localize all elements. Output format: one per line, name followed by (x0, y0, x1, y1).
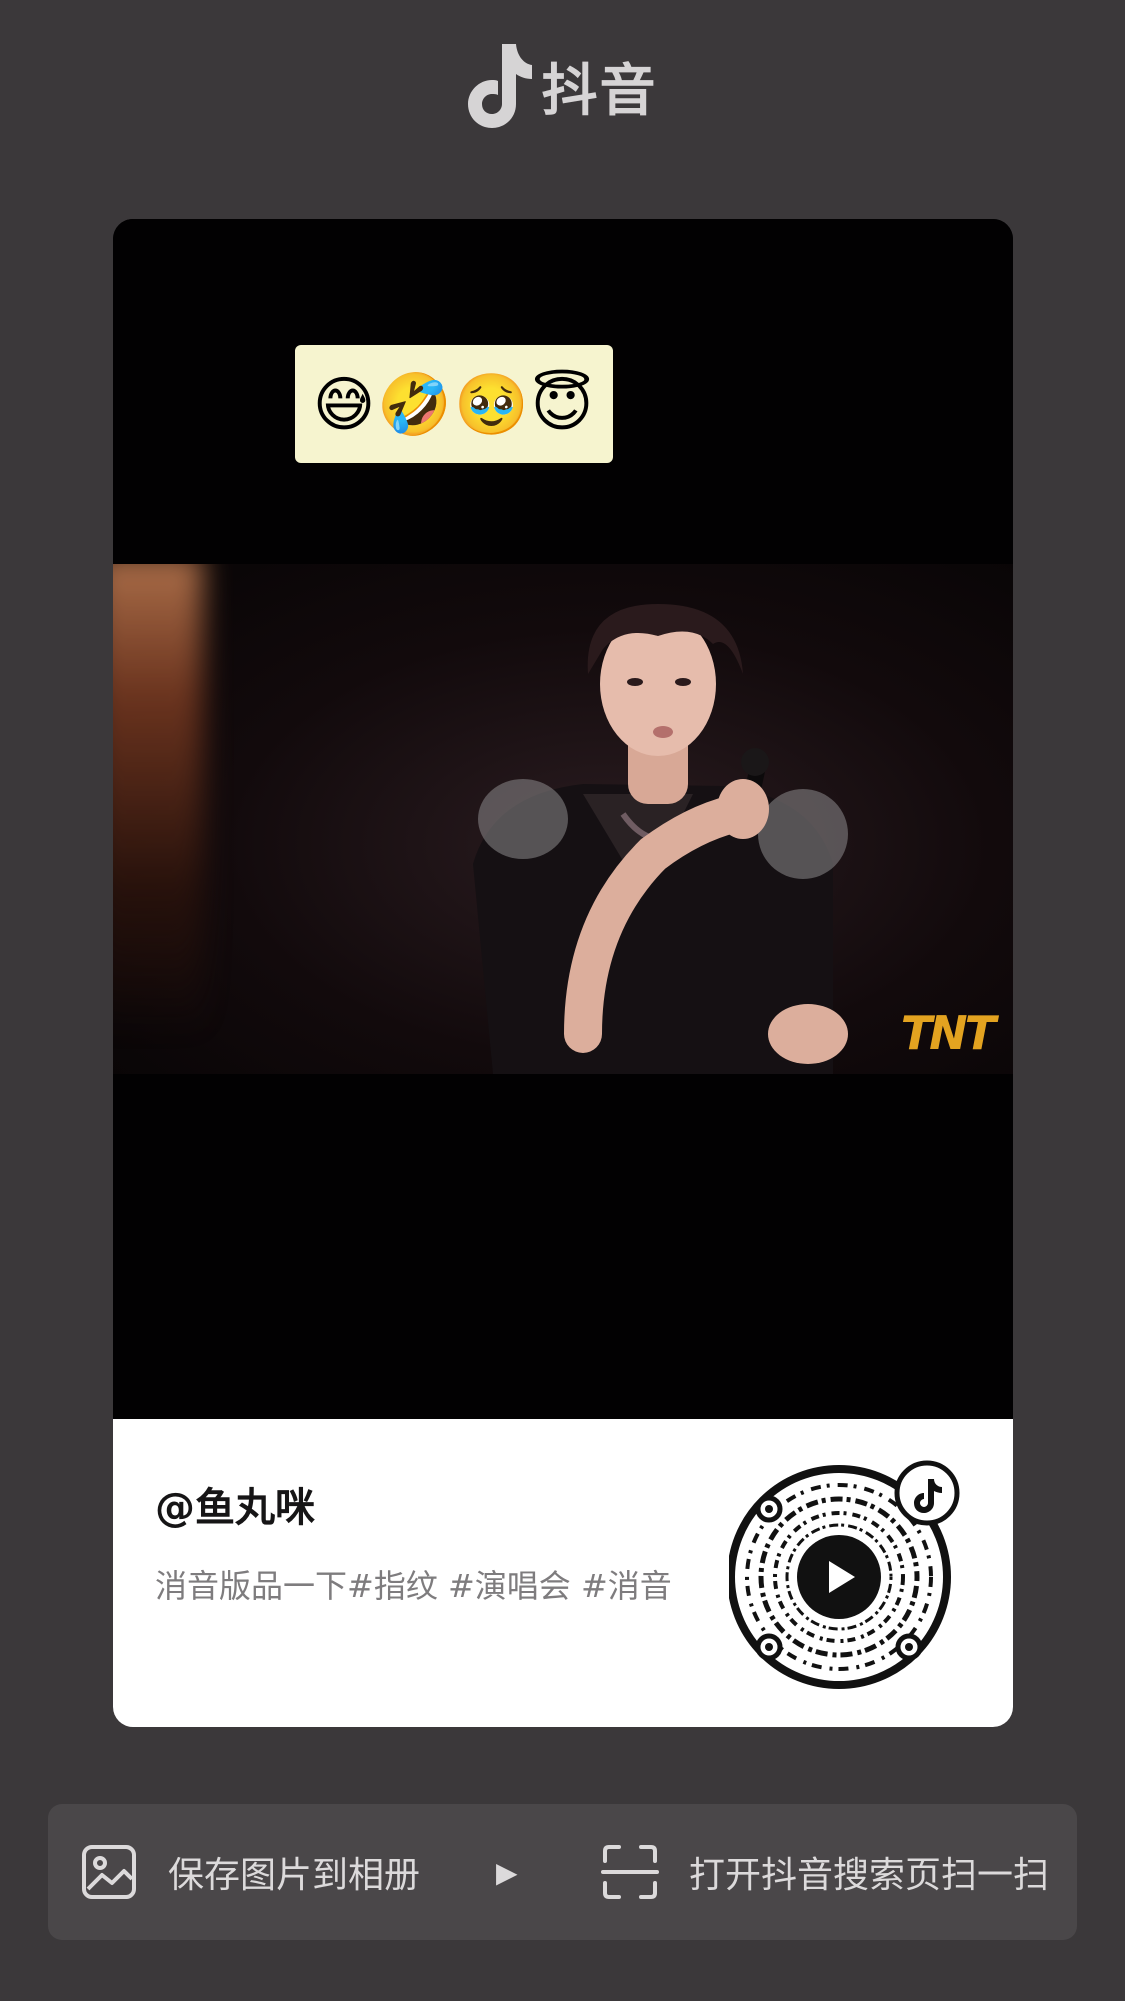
action-bar: 保存图片到相册 ▶ 打开抖音搜索页扫一扫 (48, 1804, 1077, 1940)
tv-logo-watermark: TNT (900, 1006, 996, 1060)
author-name[interactable]: @鱼丸咪 (155, 1475, 315, 1533)
play-arrow-icon: ▶ (496, 1855, 518, 1889)
tiktok-badge-icon (894, 1460, 960, 1526)
concert-scene: TNT (113, 564, 1013, 1074)
app-logo: 抖音 (0, 40, 1125, 132)
play-icon (797, 1535, 881, 1619)
video-frame[interactable]: 😅🤣🥹😇 TNT (113, 219, 1013, 1419)
emoji-banner: 😅🤣🥹😇 (295, 345, 613, 463)
image-icon (82, 1845, 136, 1899)
share-card: 😅🤣🥹😇 TNT @鱼丸咪 消音版品一下#指纹 #演唱会 #消音 (113, 219, 1013, 1727)
save-to-album-button[interactable]: 保存图片到相册 ▶ (80, 1843, 518, 1901)
scan-label: 打开抖音搜索页扫一扫 (688, 1855, 1049, 1896)
video-info: @鱼丸咪 消音版品一下#指纹 #演唱会 #消音 (113, 1419, 1013, 1727)
save-label: 保存图片到相册 (168, 1855, 421, 1896)
tiktok-note-icon (467, 44, 532, 128)
scan-in-douyin-button[interactable]: 打开抖音搜索页扫一扫 (600, 1843, 1049, 1901)
app-name: 抖音 (541, 58, 658, 124)
scan-icon (600, 1845, 659, 1899)
performer-figure (473, 604, 848, 1074)
video-description: 消音版品一下#指纹 #演唱会 #消音 (155, 1567, 672, 1605)
qr-code (729, 1460, 960, 1689)
